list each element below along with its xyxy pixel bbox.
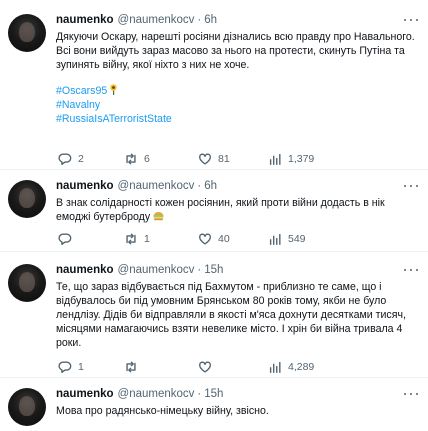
avatar[interactable] <box>8 14 46 52</box>
retweet-count: 1 <box>144 233 150 245</box>
like-count: 40 <box>218 233 230 245</box>
like-count: 81 <box>218 153 230 165</box>
views-icon <box>269 361 281 373</box>
views-button[interactable]: 1,379 <box>268 150 314 168</box>
reply-count: 2 <box>78 153 84 165</box>
views-count: 4,289 <box>288 361 315 373</box>
retweet-button[interactable]: 6 <box>124 150 150 168</box>
author-handle[interactable]: @naumenkocv <box>118 180 195 192</box>
tweet[interactable]: naumenko @naumenkocv · 15h Те, що зараз … <box>0 260 428 378</box>
heart-icon <box>199 153 211 165</box>
author-handle[interactable]: @naumenkocv <box>118 264 195 276</box>
timestamp[interactable]: 6h <box>204 180 217 192</box>
heart-icon <box>199 233 211 245</box>
tweet-header: naumenko @naumenkocv · 15h <box>56 260 418 280</box>
timestamp[interactable]: 6h <box>204 14 217 26</box>
more-icon[interactable] <box>404 388 418 400</box>
tweet-body: naumenko @naumenkocv · 6h Дякуючи Оскару… <box>56 10 418 126</box>
tweet-text: Дякуючи Оскару, нарешті росіяни дізналис… <box>56 31 415 71</box>
sandwich-emoji-icon <box>153 212 164 221</box>
tweet-actions: 1 4,289 <box>0 358 428 376</box>
views-button[interactable]: 4,289 <box>268 358 314 376</box>
tweet-header: naumenko @naumenkocv · 15h <box>56 384 418 404</box>
tweet-body: naumenko @naumenkocv · 15h Те, що зараз … <box>56 260 418 350</box>
retweet-button[interactable]: 1 <box>124 230 150 248</box>
separator-dot: · <box>197 180 202 192</box>
tweet-text: Те, що зараз відбувається під Бахмутом -… <box>56 281 406 349</box>
author-name[interactable]: naumenko <box>56 264 114 276</box>
retweet-icon <box>126 153 136 165</box>
views-icon <box>269 153 281 165</box>
retweet-icon <box>126 361 136 373</box>
avatar[interactable] <box>8 180 46 218</box>
hashtag-link[interactable]: #Navalny <box>56 98 418 112</box>
views-button[interactable]: 549 <box>268 230 306 248</box>
views-count: 1,379 <box>288 153 315 165</box>
author-name[interactable]: naumenko <box>56 180 114 192</box>
reply-icon <box>58 361 72 373</box>
separator-dot: · <box>197 388 202 400</box>
author-name[interactable]: naumenko <box>56 388 114 400</box>
separator-dot: · <box>197 14 202 26</box>
tweet-feed: naumenko @naumenkocv · 6h Дякуючи Оскару… <box>0 0 428 431</box>
hashtag-link[interactable]: #RussiaIsATerroristState <box>56 112 418 126</box>
like-button[interactable]: 81 <box>198 150 230 168</box>
reply-icon <box>58 153 72 165</box>
timestamp[interactable]: 15h <box>204 388 223 400</box>
author-handle[interactable]: @naumenkocv <box>118 388 195 400</box>
separator-dot: · <box>197 264 202 276</box>
views-icon <box>269 233 281 245</box>
tweet-header: naumenko @naumenkocv · 6h <box>56 10 418 30</box>
tweet-body: naumenko @naumenkocv · 6h В знак солідар… <box>56 176 418 224</box>
avatar[interactable] <box>8 388 46 426</box>
hashtag-link[interactable]: #Oscars95 <box>56 84 418 98</box>
more-icon[interactable] <box>404 180 418 192</box>
author-name[interactable]: naumenko <box>56 14 114 26</box>
tweet-text: Мова про радянсько-німецьку війну, звісн… <box>56 405 269 417</box>
reply-button[interactable] <box>58 230 78 248</box>
reply-count: 1 <box>78 361 84 373</box>
tweet-text: В знак солідарності кожен росіянин, який… <box>56 197 385 223</box>
tweet[interactable]: naumenko @naumenkocv · 15h Мова про радя… <box>0 384 428 431</box>
retweet-count: 6 <box>144 153 150 165</box>
views-count: 549 <box>288 233 306 245</box>
like-button[interactable]: 40 <box>198 230 230 248</box>
reply-button[interactable]: 1 <box>58 358 84 376</box>
like-button[interactable] <box>198 358 218 376</box>
tweet-actions: 1 40 549 <box>0 230 428 248</box>
heart-icon <box>199 361 211 373</box>
retweet-button[interactable] <box>124 358 144 376</box>
reply-button[interactable]: 2 <box>58 150 84 168</box>
retweet-icon <box>126 233 136 245</box>
timestamp[interactable]: 15h <box>204 264 223 276</box>
tweet[interactable]: naumenko @naumenkocv · 6h Дякуючи Оскару… <box>0 10 428 170</box>
tweet-actions: 2 6 81 1,379 <box>0 150 428 168</box>
more-icon[interactable] <box>404 14 418 26</box>
reply-icon <box>58 233 72 245</box>
tweet-header: naumenko @naumenkocv · 6h <box>56 176 418 196</box>
sunflower-emoji-icon <box>110 84 117 95</box>
author-handle[interactable]: @naumenkocv <box>118 14 195 26</box>
tweet[interactable]: naumenko @naumenkocv · 6h В знак солідар… <box>0 176 428 252</box>
hashtag-list: #Oscars95 #Navalny #RussiaIsATerroristSt… <box>56 84 418 126</box>
avatar[interactable] <box>8 264 46 302</box>
tweet-body: naumenko @naumenkocv · 15h Мова про радя… <box>56 384 418 418</box>
more-icon[interactable] <box>404 264 418 276</box>
